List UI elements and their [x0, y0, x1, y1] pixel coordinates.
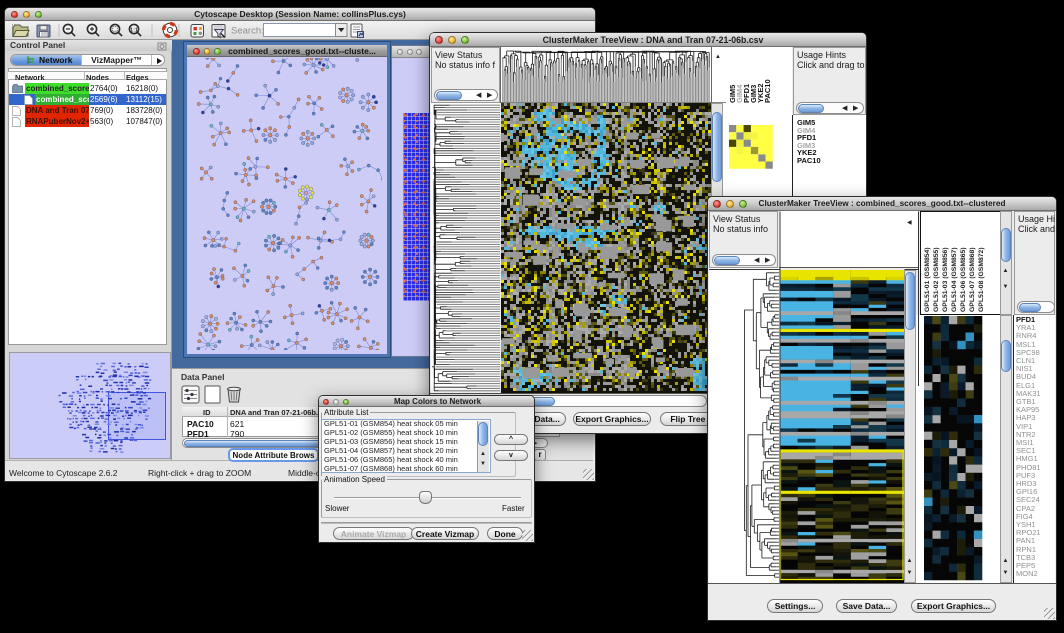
- svg-text:GPL51-02 (GSM855): GPL51-02 (GSM855): [933, 247, 940, 312]
- svg-text:GPL51-07 (GSM868): GPL51-07 (GSM868): [969, 247, 976, 312]
- svg-text:GPL51-08 (GSM872): GPL51-08 (GSM872): [978, 247, 985, 312]
- svg-text:GPL51-01 (GSM854): GPL51-01 (GSM854): [924, 247, 931, 312]
- svg-text:GPL51-04 (GSM857): GPL51-04 (GSM857): [951, 247, 958, 312]
- svg-text:GPL51-03 (GSM856): GPL51-03 (GSM856): [942, 247, 949, 312]
- svg-text:GPL51-06 (GSM865): GPL51-06 (GSM865): [960, 247, 967, 312]
